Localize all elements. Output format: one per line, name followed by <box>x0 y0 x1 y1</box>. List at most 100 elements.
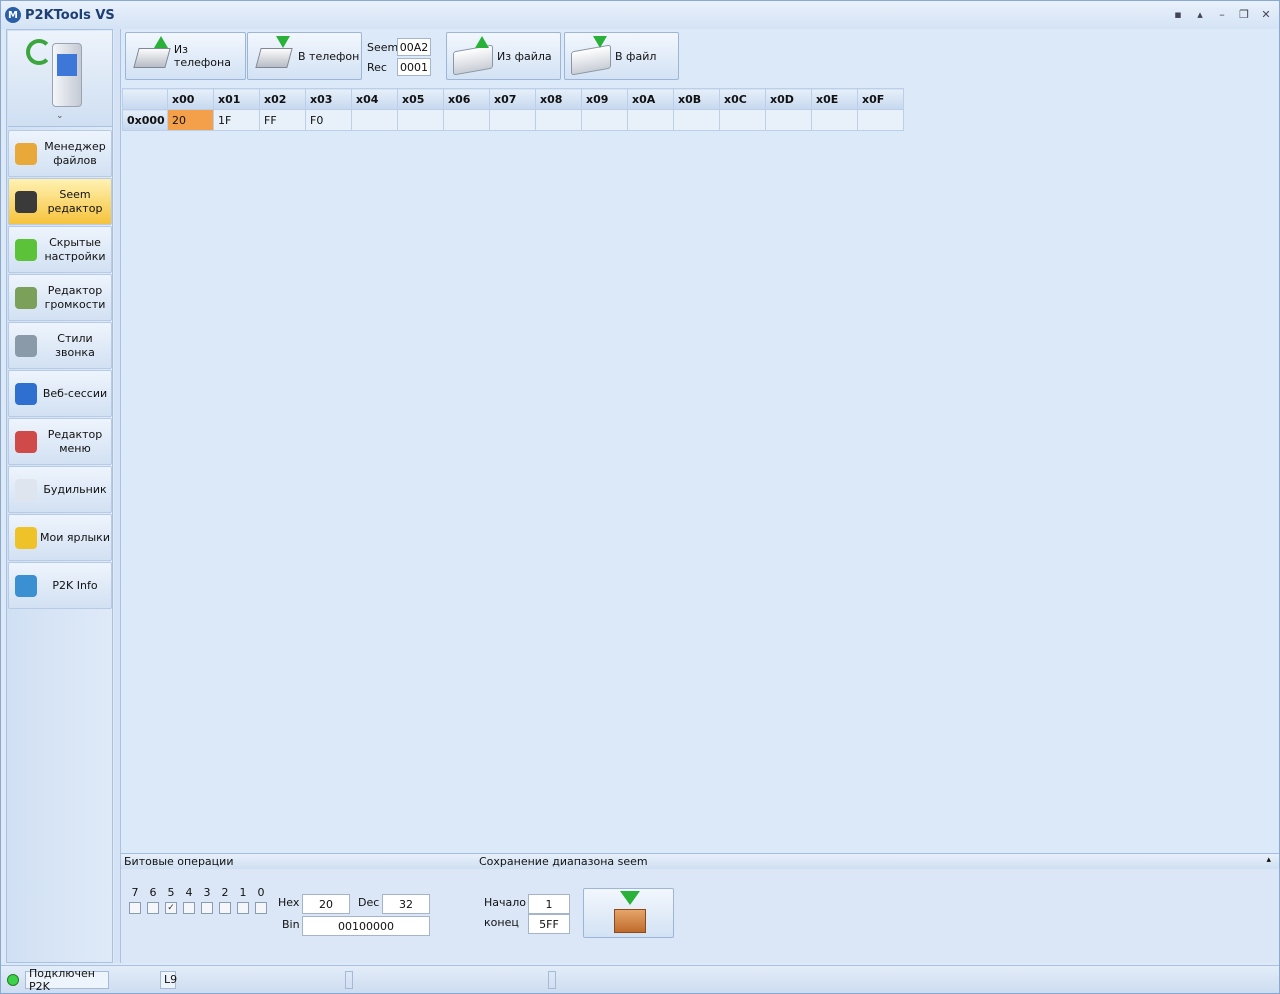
chip-upload-icon <box>130 36 172 76</box>
app-window: M P2KTools VS ▪ ▴ – ❐ ✕ ⌄ Менеджер файло… <box>0 0 1280 994</box>
grid-cell[interactable] <box>673 109 720 131</box>
sidebar-item-info[interactable]: P2K Info <box>8 562 112 609</box>
bit-checkbox[interactable] <box>219 902 231 914</box>
grid-cell[interactable] <box>719 109 766 131</box>
bit-label: 1 <box>239 886 247 899</box>
bit-column: 7 <box>129 886 141 914</box>
bit-checkbox[interactable] <box>237 902 249 914</box>
seem-editor-icon <box>15 190 37 213</box>
grid-cell[interactable] <box>811 109 858 131</box>
bit-column: 4 <box>183 886 195 914</box>
sidebar-item-seem-editor[interactable]: Seem редактор <box>8 178 112 225</box>
rec-label: Rec <box>367 60 387 74</box>
volume-icon <box>15 286 37 309</box>
bit-checkbox[interactable]: ✓ <box>165 902 177 914</box>
sidebar-item-label: Веб-сессии <box>42 386 108 400</box>
grid-cell[interactable] <box>489 109 536 131</box>
grid-cell[interactable] <box>627 109 674 131</box>
save-range-button[interactable] <box>583 888 674 938</box>
bit-label: 5 <box>167 886 175 899</box>
start-input[interactable]: 1 <box>528 894 570 914</box>
title-bar: M P2KTools VS ▪ ▴ – ❐ ✕ <box>1 1 1279 29</box>
bit-checkbox[interactable] <box>129 902 141 914</box>
sidebar-item-gear[interactable]: Скрытые настройки <box>8 226 112 273</box>
grid-cell[interactable] <box>443 109 490 131</box>
grid-cell[interactable]: FF <box>259 109 306 131</box>
sidebar-item-label: Стили звонка <box>55 331 95 359</box>
sidebar-item-label: Мои ярлыки <box>40 530 110 544</box>
grid-cell[interactable]: F0 <box>305 109 352 131</box>
globe-icon <box>15 382 37 405</box>
minimize-icon[interactable]: – <box>1215 7 1229 21</box>
shortcuts-icon <box>15 526 37 549</box>
chip-download-icon <box>252 36 296 76</box>
grid-cell[interactable] <box>351 109 398 131</box>
grid-cell[interactable] <box>581 109 628 131</box>
grid-cell[interactable]: 20 <box>167 109 214 131</box>
sidebar-item-clock[interactable]: Будильник <box>8 466 112 513</box>
close-icon[interactable]: ✕ <box>1259 7 1273 21</box>
hex-input[interactable]: 20 <box>302 894 350 914</box>
grid-corner <box>122 88 168 110</box>
to-file-button[interactable]: В файл <box>564 32 679 80</box>
bit-column: 5 ✓ <box>165 886 177 914</box>
sidebar-item-globe[interactable]: Веб-сессии <box>8 370 112 417</box>
seem-input[interactable]: 00A2 <box>397 38 431 56</box>
start-label: Начало <box>484 896 527 909</box>
from-phone-button[interactable]: Из телефона <box>125 32 246 80</box>
dec-input[interactable]: 32 <box>382 894 430 914</box>
collapse-icon[interactable]: ▴ <box>1266 855 1271 865</box>
end-input[interactable]: 5FF <box>528 914 570 934</box>
connection-led-icon <box>7 973 19 986</box>
grid-cell[interactable]: 1F <box>213 109 260 131</box>
grid-cell[interactable] <box>397 109 444 131</box>
rec-input[interactable]: 0001 <box>397 58 431 76</box>
disk-upload-icon <box>451 36 495 76</box>
bit-checkbox[interactable] <box>201 902 213 914</box>
bit-checkbox[interactable] <box>147 902 159 914</box>
window-controls: ▪ ▴ – ❐ ✕ <box>1171 7 1273 21</box>
grid-column-header: x0F <box>857 88 904 110</box>
grid-column-header: x02 <box>259 88 306 110</box>
menu-icon[interactable]: ▪ <box>1171 7 1185 21</box>
bit-column: 1 <box>237 886 249 914</box>
phone-tile[interactable]: ⌄ <box>8 31 112 127</box>
chevron-down-icon[interactable]: ⌄ <box>56 111 64 121</box>
bit-column: 0 <box>255 886 267 914</box>
clock-icon <box>15 478 37 501</box>
seem-hex-grid: x00 x01 x02 x03 x04 x05 x06 x07 x08 x09 x0A x0B x0C x… <box>122 88 904 131</box>
grid-column-header: x04 <box>351 88 398 110</box>
bit-checkbox[interactable] <box>183 902 195 914</box>
seem-editor-panel: Из телефона В телефон Seem 00A2 Rec 0001… <box>120 29 1279 963</box>
grid-header-row: x00 x01 x02 x03 x04 x05 x06 x07 x08 x09 x0A x0B x0C x… <box>122 88 904 110</box>
status-bar: Подключен P2K L9 <box>1 965 1279 993</box>
grid-column-header: x0B <box>673 88 720 110</box>
sidebar-item-volume[interactable]: Редактор громкости <box>8 274 112 321</box>
grid-column-header: x05 <box>397 88 444 110</box>
archive-box-icon <box>614 909 646 933</box>
sidebar-item-label: Seem редактор <box>47 187 103 215</box>
grid-column-header: x0A <box>627 88 674 110</box>
restore-icon[interactable]: ❐ <box>1237 7 1251 21</box>
bit-label: 7 <box>131 886 139 899</box>
bottom-panel-header: Битовые операции Сохранение диапазона se… <box>121 854 1279 869</box>
sidebar-item-shortcuts[interactable]: Мои ярлыки <box>8 514 112 561</box>
grid-cell[interactable] <box>857 109 904 131</box>
seem-rec-box: Seem 00A2 Rec 0001 <box>367 37 437 77</box>
to-phone-button[interactable]: В телефон <box>247 32 362 80</box>
grid-cell[interactable] <box>765 109 812 131</box>
grid-cell[interactable] <box>535 109 582 131</box>
bottom-panel: Битовые операции Сохранение диапазона se… <box>121 853 1279 963</box>
sidebar-item-ringtone[interactable]: Стили звонка <box>8 322 112 369</box>
chevron-up-icon[interactable]: ▴ <box>1193 7 1207 21</box>
from-file-button[interactable]: Из файла <box>446 32 561 80</box>
bit-label: 3 <box>203 886 211 899</box>
bit-column: 6 <box>147 886 159 914</box>
bit-checkbox[interactable] <box>255 902 267 914</box>
sidebar-item-file-manager[interactable]: Менеджер файлов <box>8 130 112 177</box>
download-arrow-icon <box>620 891 640 905</box>
bin-input[interactable]: 00100000 <box>302 916 430 936</box>
grid-column-header: x0C <box>719 88 766 110</box>
sidebar-item-menu-editor[interactable]: Редактор меню <box>8 418 112 465</box>
bit-column: 2 <box>219 886 231 914</box>
